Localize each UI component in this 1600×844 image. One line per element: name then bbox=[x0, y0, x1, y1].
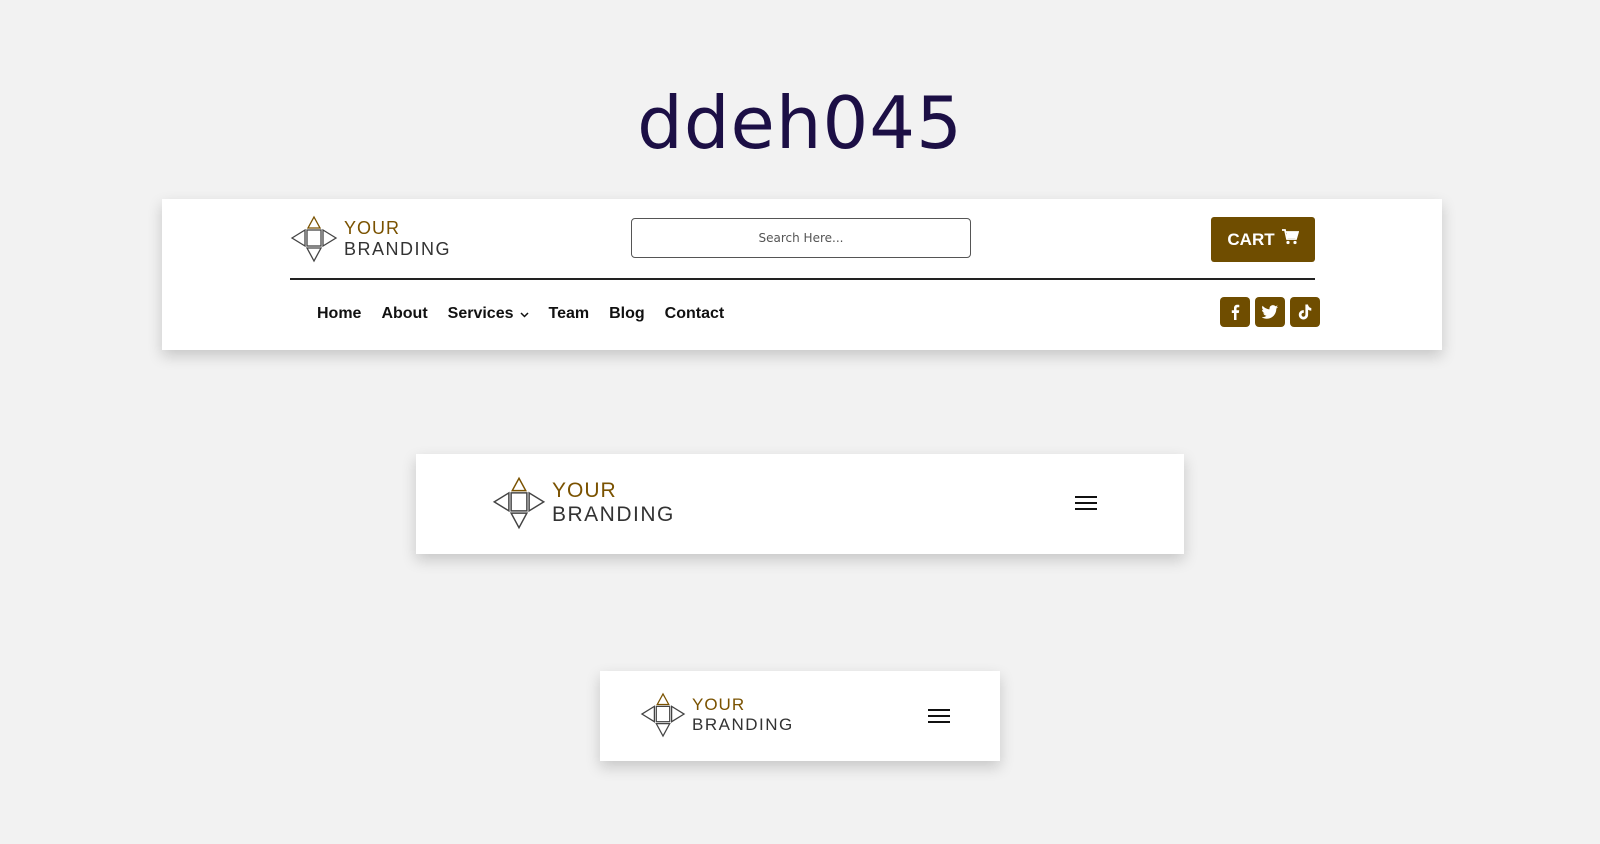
nav-label: About bbox=[381, 305, 428, 322]
desktop-header: YOUR BRANDING CART Home About Services T… bbox=[162, 199, 1442, 350]
logo[interactable]: YOUR BRANDING bbox=[290, 215, 451, 263]
nav-label: Services bbox=[447, 305, 514, 322]
facebook-icon[interactable] bbox=[1220, 297, 1250, 327]
logo-line2: BRANDING bbox=[552, 503, 675, 526]
twitter-icon[interactable] bbox=[1255, 297, 1285, 327]
nav-label: Home bbox=[317, 305, 362, 322]
mobile-header: YOUR BRANDING bbox=[600, 671, 1000, 761]
logo-line1: YOUR bbox=[552, 478, 617, 502]
tablet-header: YOUR BRANDING bbox=[416, 454, 1184, 554]
logo-line1: YOUR bbox=[344, 218, 401, 239]
cart-icon bbox=[1275, 229, 1299, 250]
page-title: ddeh045 bbox=[637, 81, 963, 165]
main-nav: Home About Services Team Blog Contact bbox=[317, 305, 744, 323]
chevron-down-icon bbox=[514, 305, 529, 323]
logo[interactable]: YOUR BRANDING bbox=[640, 692, 794, 738]
logo-mark-icon bbox=[290, 215, 338, 263]
logo-mark-icon bbox=[640, 692, 686, 738]
nav-item-team[interactable]: Team bbox=[549, 305, 590, 323]
nav-item-about[interactable]: About bbox=[381, 305, 427, 323]
cart-label: CART bbox=[1227, 229, 1275, 249]
nav-label: Blog bbox=[609, 305, 645, 322]
nav-label: Team bbox=[548, 305, 590, 322]
hamburger-icon[interactable] bbox=[928, 708, 950, 729]
nav-item-home[interactable]: Home bbox=[317, 305, 361, 323]
logo-mark-icon bbox=[492, 476, 546, 530]
logo-line1: YOUR bbox=[692, 695, 746, 715]
cart-button[interactable]: CART bbox=[1211, 217, 1315, 262]
nav-item-blog[interactable]: Blog bbox=[609, 305, 645, 323]
logo-line2: BRANDING bbox=[344, 239, 452, 259]
logo-line2: BRANDING bbox=[692, 715, 794, 734]
nav-label: Contact bbox=[664, 305, 725, 322]
search-input[interactable] bbox=[631, 218, 971, 258]
tiktok-icon[interactable] bbox=[1290, 297, 1320, 327]
logo[interactable]: YOUR BRANDING bbox=[492, 476, 675, 530]
hamburger-icon[interactable] bbox=[1075, 495, 1097, 516]
nav-item-services[interactable]: Services bbox=[448, 305, 529, 323]
nav-item-contact[interactable]: Contact bbox=[665, 305, 725, 323]
header-divider bbox=[290, 278, 1315, 280]
social-links bbox=[1215, 297, 1320, 327]
